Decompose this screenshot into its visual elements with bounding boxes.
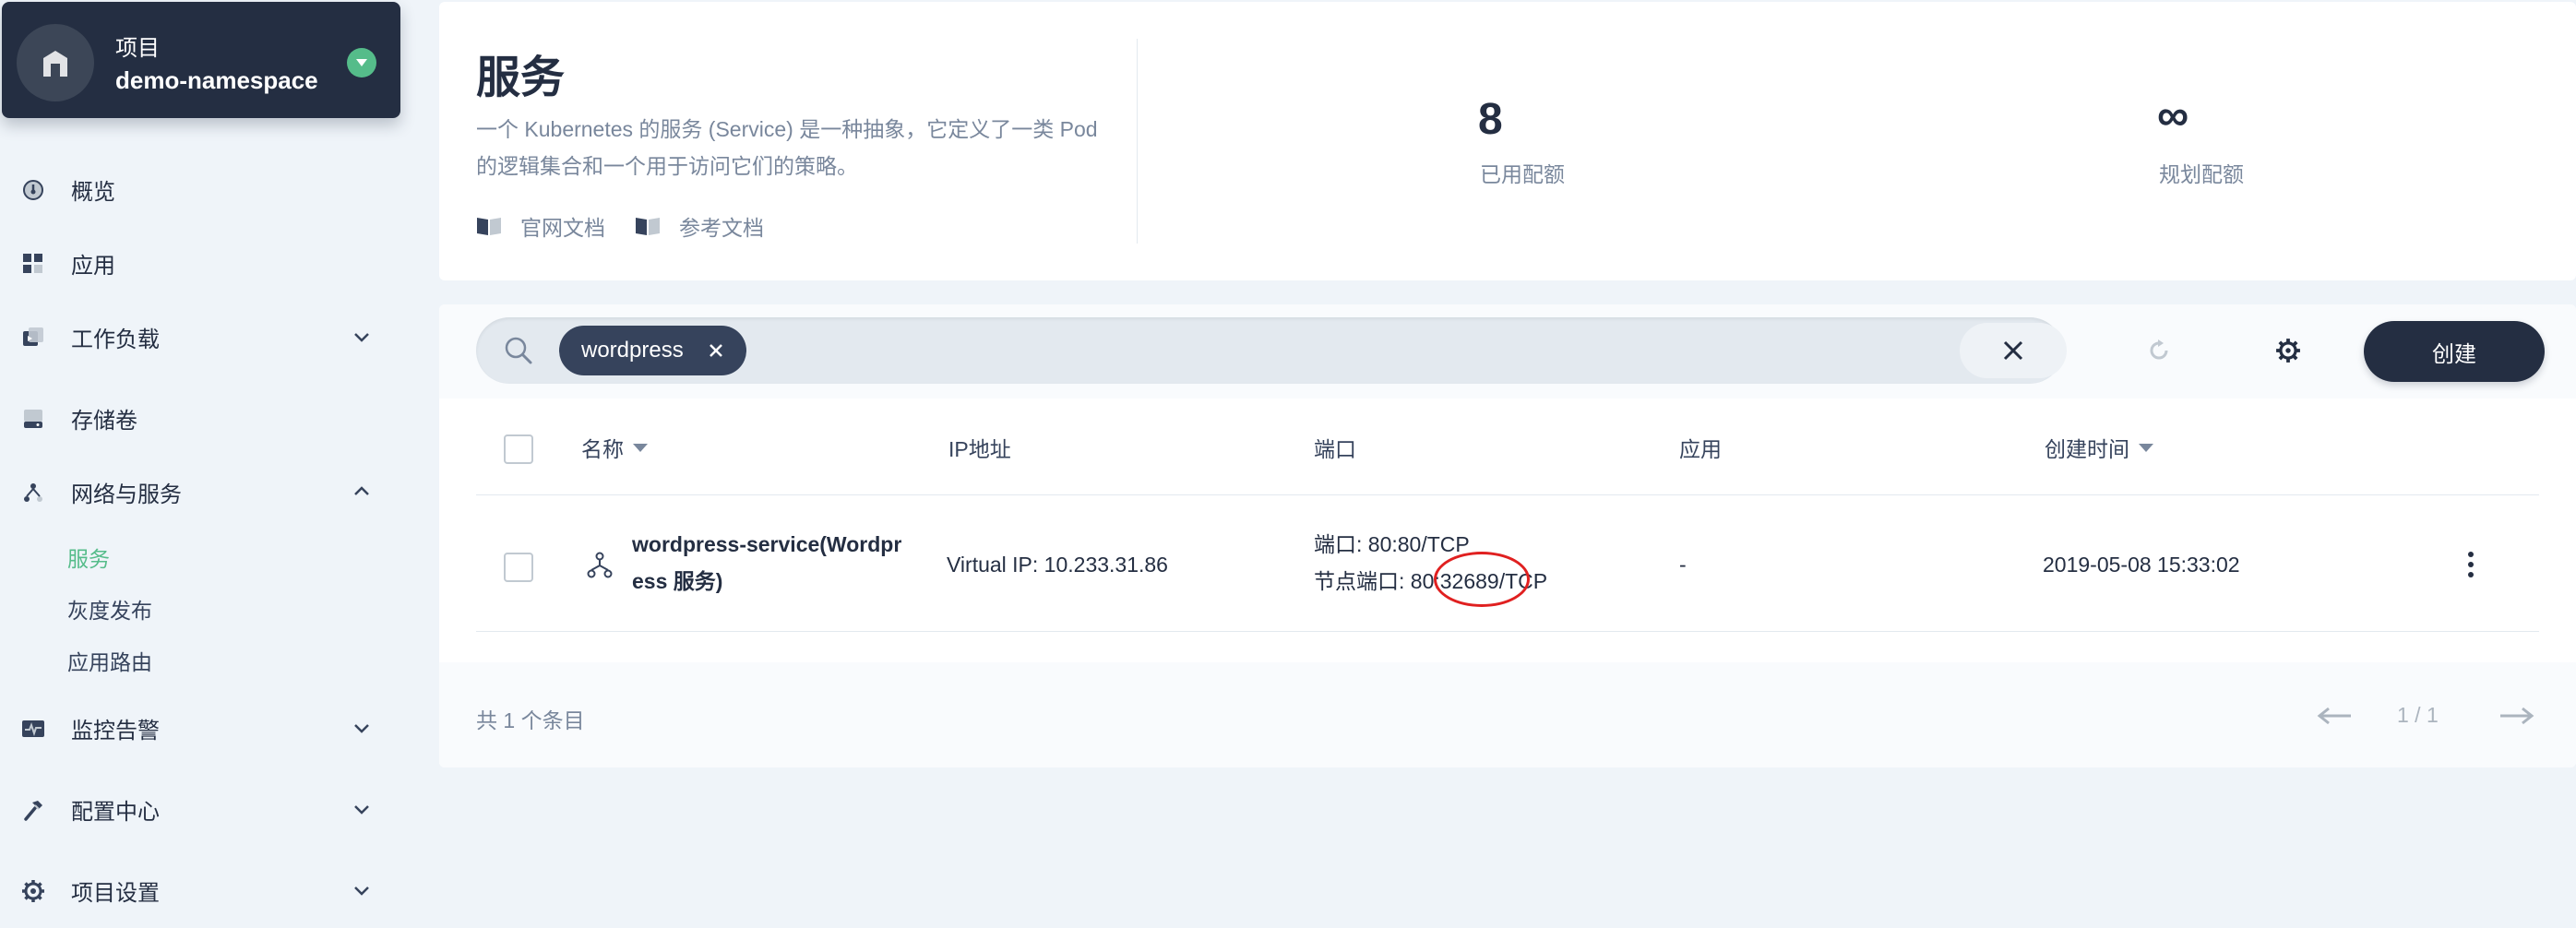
apps-icon xyxy=(20,251,46,277)
project-switcher[interactable]: 项目 demo-namespace xyxy=(2,2,400,118)
column-header-label: 名称 xyxy=(581,437,624,461)
reference-docs-label: 参考文档 xyxy=(679,216,764,240)
column-header-ip: IP地址 xyxy=(948,437,1011,461)
sidebar-item-workloads[interactable]: 工作负载 xyxy=(0,314,406,360)
sidebar-item-overview[interactable]: 概览 xyxy=(0,166,406,212)
sidebar-subitem-canary-release[interactable]: 灰度发布 xyxy=(67,593,152,625)
prev-page-button[interactable] xyxy=(2316,705,2353,727)
total-count: 共 1 个条目 xyxy=(476,708,585,732)
service-app: - xyxy=(1679,553,1687,577)
search-input[interactable]: wordpress xyxy=(476,317,2067,384)
caret-down-icon xyxy=(356,59,367,66)
quota-used-value: 8 xyxy=(1478,95,1503,144)
project-icon xyxy=(43,51,67,77)
header-divider xyxy=(1137,39,1138,244)
book-icon xyxy=(477,218,501,235)
column-header-created[interactable]: 创建时间 xyxy=(2045,432,2153,463)
close-icon xyxy=(2003,340,2023,361)
refresh-button[interactable] xyxy=(2141,332,2177,369)
reference-docs-link[interactable]: 参考文档 xyxy=(635,210,764,242)
project-avatar xyxy=(17,24,94,101)
sidebar-item-monitoring[interactable]: 监控告警 xyxy=(0,705,406,751)
service-created-time: 2019-05-08 15:33:02 xyxy=(2043,553,2240,577)
row-checkbox[interactable] xyxy=(504,553,533,582)
workload-icon xyxy=(20,325,46,351)
sidebar-item-label: 工作负载 xyxy=(71,327,160,352)
more-dot xyxy=(2468,562,2474,567)
chevron-up-icon xyxy=(354,486,369,495)
sidebar-item-label: 配置中心 xyxy=(71,799,160,825)
table-settings-button[interactable] xyxy=(2270,332,2307,369)
book-icon xyxy=(636,218,660,235)
sidebar-item-storage[interactable]: 存储卷 xyxy=(0,395,406,441)
quota-used-label: 已用配额 xyxy=(1480,162,1565,186)
network-icon xyxy=(20,480,46,506)
column-header-app: 应用 xyxy=(1679,437,1722,461)
column-header-name[interactable]: 名称 xyxy=(581,432,648,463)
chevron-down-icon xyxy=(354,805,369,815)
sidebar-subitem-services[interactable]: 服务 xyxy=(67,541,110,573)
filter-tag[interactable]: wordpress xyxy=(559,326,746,375)
sort-caret-icon xyxy=(633,443,648,452)
row-separator xyxy=(476,631,2539,632)
sidebar-item-label: 存储卷 xyxy=(71,408,137,434)
header-separator xyxy=(476,494,2539,495)
page-header: 服务 一个 Kubernetes 的服务 (Service) 是一种抽象，它定义… xyxy=(439,2,2576,280)
chevron-down-icon xyxy=(354,724,369,733)
page-indicator: 1 / 1 xyxy=(2397,703,2439,727)
more-dot xyxy=(2468,572,2474,577)
sidebar-item-config-center[interactable]: 配置中心 xyxy=(0,786,406,832)
more-dot xyxy=(2468,552,2474,557)
column-header-label: 创建时间 xyxy=(2045,437,2129,461)
sidebar-item-label: 监控告警 xyxy=(71,718,160,744)
sidebar-item-label: 应用 xyxy=(71,253,115,279)
service-name-line: ess 服务) xyxy=(632,569,723,593)
more-actions-button[interactable] xyxy=(2460,546,2482,583)
storage-icon xyxy=(20,406,46,432)
create-button[interactable]: 创建 xyxy=(2364,321,2545,382)
hammer-icon xyxy=(20,797,46,823)
services-table-card: wordpress 创建 名称 IP地址 端口 应用 创建时间 wordpres xyxy=(439,304,2576,767)
filter-tag-label: wordpress xyxy=(581,338,684,363)
sidebar-item-label: 网络与服务 xyxy=(71,482,182,507)
sidebar-item-apps[interactable]: 应用 xyxy=(0,240,406,286)
select-all-checkbox[interactable] xyxy=(504,434,533,464)
gear-icon xyxy=(20,878,46,904)
project-dropdown-toggle[interactable] xyxy=(347,48,376,77)
close-icon[interactable] xyxy=(708,342,724,359)
monitor-icon xyxy=(20,716,46,742)
quota-planned-value: ∞ xyxy=(2157,91,2189,140)
project-name: demo-namespace xyxy=(115,66,318,94)
service-name-link[interactable]: wordpress-service(Wordpr ess 服务) xyxy=(632,526,901,600)
service-icon xyxy=(587,552,613,578)
table-footer: 共 1 个条目 1 / 1 xyxy=(439,662,2576,767)
clear-search-button[interactable] xyxy=(1960,323,2067,378)
page-description: 一个 Kubernetes 的服务 (Service) 是一种抽象，它定义了一类… xyxy=(476,117,1098,178)
official-docs-link[interactable]: 官网文档 xyxy=(476,210,605,242)
project-type-label: 项目 xyxy=(115,36,160,61)
gear-icon xyxy=(2276,339,2300,363)
dashboard-icon xyxy=(20,177,46,203)
column-header-port: 端口 xyxy=(1314,437,1356,461)
search-icon xyxy=(505,337,532,364)
node-port-highlight xyxy=(1434,552,1530,607)
chevron-down-icon xyxy=(354,886,369,896)
quota-planned-label: 规划配额 xyxy=(2159,162,2244,186)
page-title: 服务 xyxy=(476,54,566,102)
official-docs-label: 官网文档 xyxy=(520,216,605,240)
table-toolbar: wordpress 创建 xyxy=(439,304,2576,399)
sidebar-item-label: 项目设置 xyxy=(71,880,160,906)
sidebar-subitem-app-routes[interactable]: 应用路由 xyxy=(67,645,152,676)
next-page-button[interactable] xyxy=(2498,705,2535,727)
service-ip: Virtual IP: 10.233.31.86 xyxy=(947,553,1168,577)
sidebar-item-label: 概览 xyxy=(71,179,115,205)
sidebar-item-project-settings[interactable]: 项目设置 xyxy=(0,867,406,913)
service-name-line: wordpress-service(Wordpr xyxy=(632,532,902,556)
refresh-icon xyxy=(2150,339,2168,360)
sort-caret-icon xyxy=(2139,443,2153,452)
chevron-down-icon xyxy=(354,333,369,342)
sidebar-item-network[interactable]: 网络与服务 xyxy=(0,469,406,515)
